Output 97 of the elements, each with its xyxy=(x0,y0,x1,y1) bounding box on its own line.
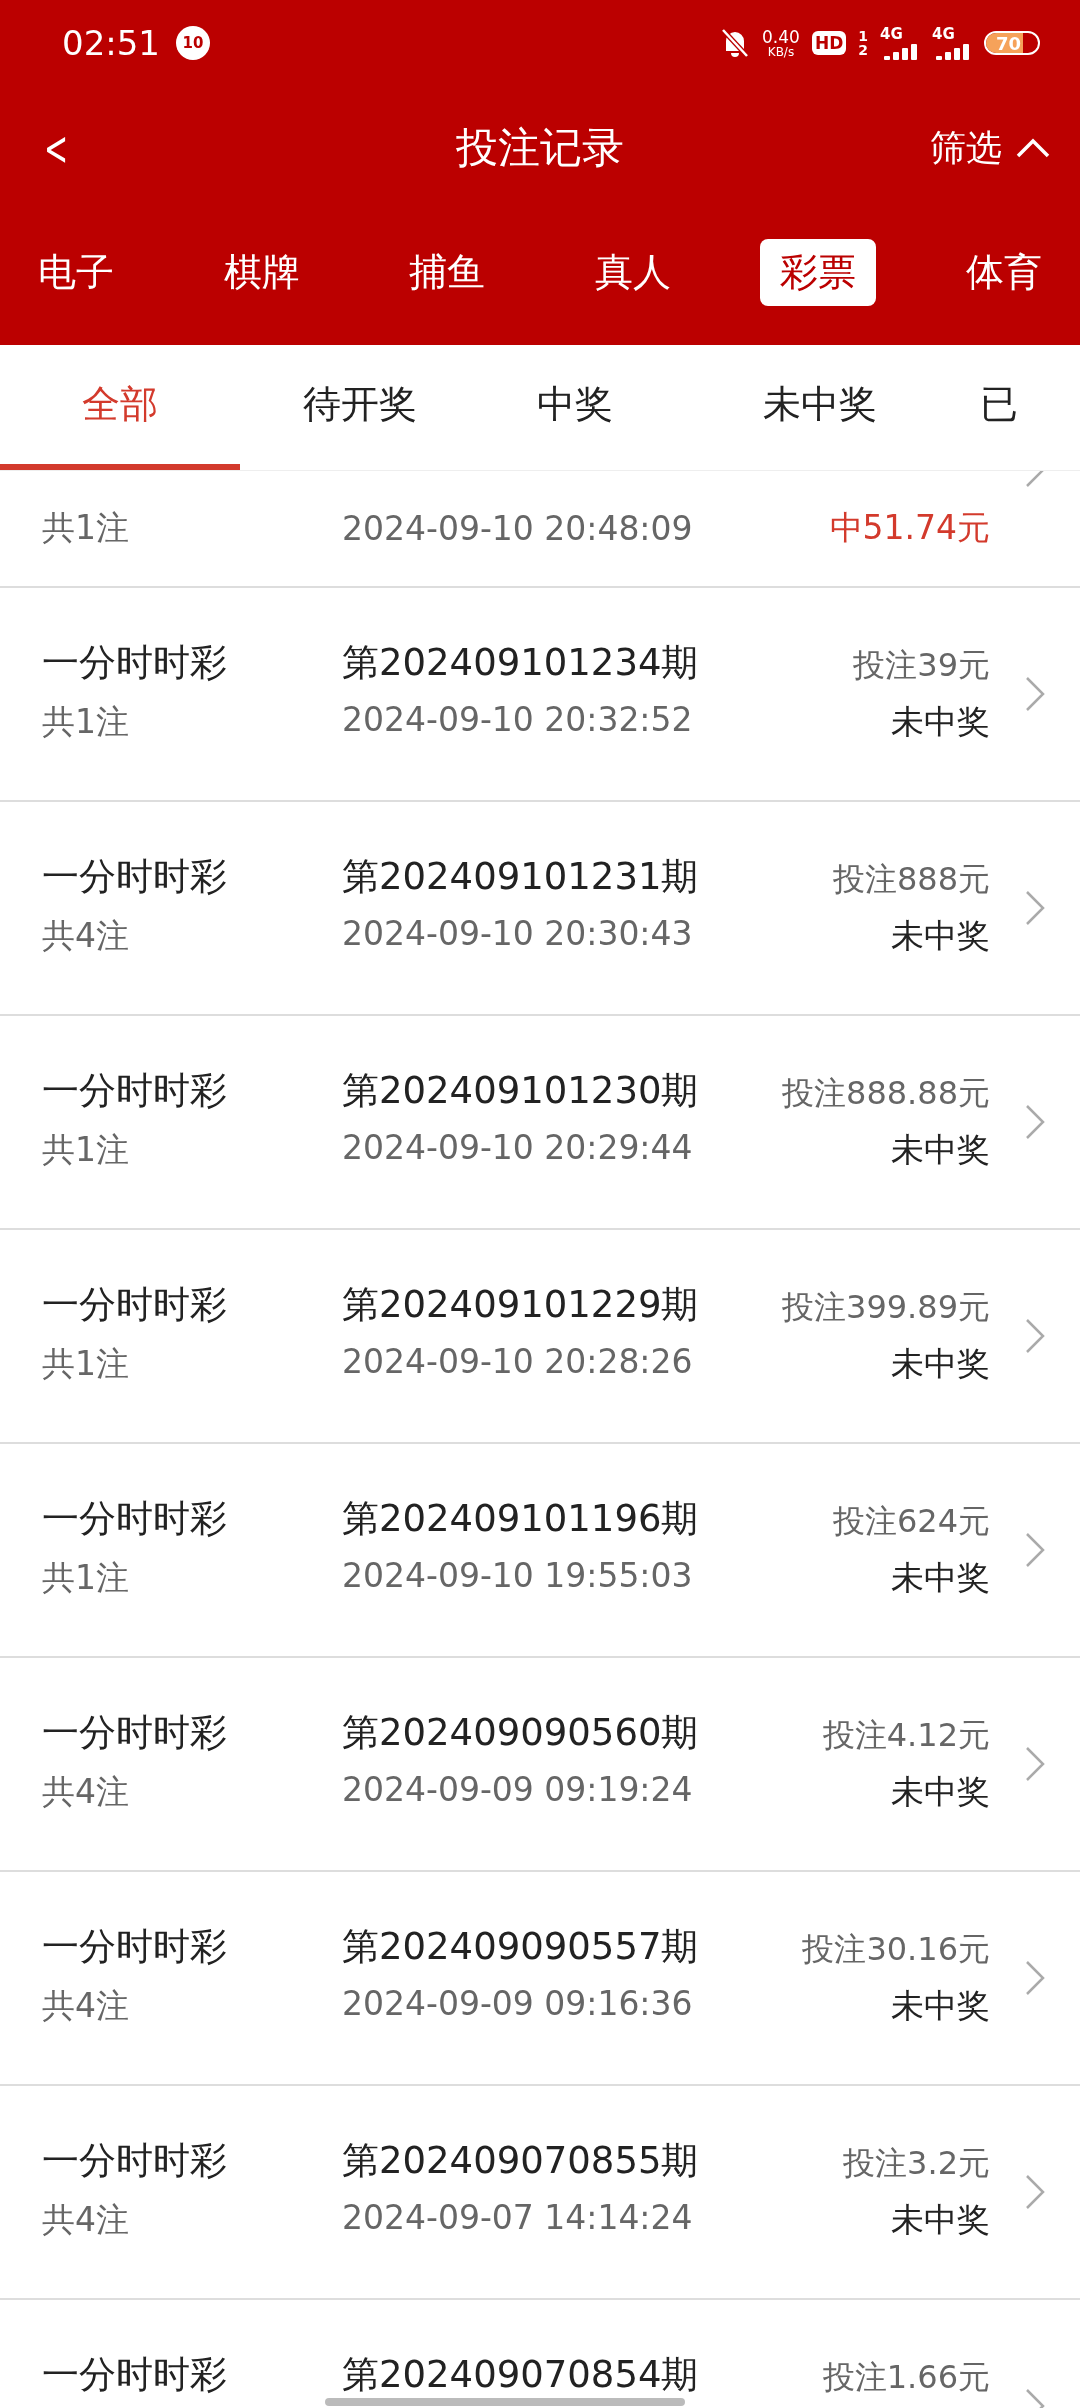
chevron-icon[interactable] xyxy=(1024,889,1046,927)
bet-result: 未中奖 xyxy=(890,2199,990,2241)
bet-time: 2024-09-10 19:55:03 xyxy=(342,1555,694,1595)
bet-count: 共1注 xyxy=(42,507,130,549)
category-tab[interactable]: 捕鱼 xyxy=(389,239,506,306)
category-tab[interactable]: 真人 xyxy=(574,239,691,306)
category-tab[interactable]: 体育 xyxy=(945,239,1062,306)
clock: 02:51 xyxy=(62,23,160,63)
bet-amount: 投注3.2元 xyxy=(843,2143,990,2184)
bet-count: 共4注 xyxy=(42,1985,130,2027)
bet-time: 2024-09-10 20:28:26 xyxy=(342,1341,694,1381)
issue-number: 第202409090560期 xyxy=(342,1713,700,1754)
lottery-name: 一分时时彩 xyxy=(42,643,228,684)
bet-result: 中51.74元 xyxy=(829,507,990,549)
bet-count: 共1注 xyxy=(42,1343,130,1385)
issue-number: 第202409090557期 xyxy=(342,1927,700,1968)
back-button[interactable]: < xyxy=(44,120,69,176)
network-speed: 0.40 xyxy=(762,28,800,46)
category-tab[interactable]: 棋牌 xyxy=(203,239,320,306)
bet-count: 共1注 xyxy=(42,701,130,743)
bet-record-row[interactable]: 一分时时彩 第202409090560期 投注4.12元 共4注 2024-09-09 09:19:24 未中奖 xyxy=(0,1658,1080,1872)
bet-amount: 投注624元 xyxy=(832,1501,990,1542)
bet-result: 未中奖 xyxy=(890,915,990,957)
bet-count: 共4注 xyxy=(42,1771,130,1813)
lottery-name: 一分时时彩 xyxy=(42,1713,228,1754)
filter-tab[interactable]: 中奖 xyxy=(480,345,670,470)
lottery-name: 一分时时彩 xyxy=(42,2355,228,2396)
chevron-icon[interactable] xyxy=(1024,1959,1046,1997)
bet-amount: 投注4.12元 xyxy=(822,1715,990,1756)
issue-number: 第202409101231期 xyxy=(342,857,700,898)
bet-record-row[interactable]: 一分时时彩 第202409090557期 投注30.16元 共4注 2024-09-09 09:16:36 未中奖 xyxy=(0,1872,1080,2086)
bet-record-row[interactable]: 一分时时彩 第202409101234期 投注39元 共1注 2024-09-10 20:32:52 未中奖 xyxy=(0,588,1080,802)
issue-number: 第202409070854期 xyxy=(342,2355,700,2396)
lottery-name: 一分时时彩 xyxy=(42,1499,228,1540)
lottery-name: 一分时时彩 xyxy=(42,857,228,898)
bet-amount: 投注399.89元 xyxy=(782,1287,990,1328)
bell-muted-icon xyxy=(720,27,751,59)
bet-count: 共4注 xyxy=(42,915,130,957)
bet-record-row[interactable]: 一分时时彩 第202409101229期 投注399.89元 共1注 2024-09-10 20:28:26 未中奖 xyxy=(0,1230,1080,1444)
chevron-icon[interactable] xyxy=(1024,1103,1046,1141)
chevron-icon[interactable] xyxy=(1024,675,1046,713)
sim-number: 1 xyxy=(858,29,868,43)
bet-amount: 投注888元 xyxy=(832,859,990,900)
bet-record-row[interactable]: 一分时时彩 第202409101196期 投注624元 共1注 2024-09-10 19:55:03 未中奖 xyxy=(0,1444,1080,1658)
bet-count: 共1注 xyxy=(42,1129,130,1171)
filter-tab[interactable]: 全部 xyxy=(0,345,240,470)
page-title: 投注记录 xyxy=(456,122,624,174)
filter-button[interactable]: 筛选 xyxy=(930,123,1050,173)
bet-amount: 投注39元 xyxy=(853,645,990,686)
bet-record-row[interactable]: 一分时时彩 第202409070855期 投注3.2元 共4注 2024-09-07 14:14:24 未中奖 xyxy=(0,2086,1080,2300)
bet-time: 2024-09-10 20:29:44 xyxy=(342,1127,694,1167)
bet-record-row[interactable]: 一分时时彩 第202409101230期 投注888.88元 共1注 2024-09-10 20:29:44 未中奖 xyxy=(0,1016,1080,1230)
bet-record-row[interactable]: 共1注 2024-09-10 20:48:09 中51.74元 xyxy=(0,471,1080,588)
issue-number: 第202409101230期 xyxy=(342,1071,700,1112)
category-tab[interactable]: 电子 xyxy=(18,239,134,306)
network-type: 4G xyxy=(880,26,904,42)
bet-count: 共4注 xyxy=(42,2199,130,2241)
bet-amount: 投注888.88元 xyxy=(782,1073,990,1114)
bet-result: 未中奖 xyxy=(890,701,990,743)
chevron-icon[interactable] xyxy=(1024,2173,1046,2211)
filter-tab[interactable]: 未中奖 xyxy=(670,345,970,470)
filter-tab[interactable]: 已 xyxy=(970,345,1018,470)
chevron-up-icon[interactable] xyxy=(1016,138,1050,158)
bet-record-row[interactable]: 一分时时彩 第202409101231期 投注888元 共4注 2024-09-10 20:30:43 未中奖 xyxy=(0,802,1080,1016)
issue-number: 第202409101234期 xyxy=(342,643,700,684)
issue-number: 第202409101229期 xyxy=(342,1285,700,1326)
bet-time: 2024-09-10 20:30:43 xyxy=(342,913,694,953)
bet-time: 2024-09-10 20:32:52 xyxy=(342,699,694,739)
bet-count: 共1注 xyxy=(42,1557,130,1599)
bet-amount: 投注1.66元 xyxy=(822,2357,990,2398)
chevron-icon[interactable] xyxy=(1024,1317,1046,1355)
bet-time: 2024-09-10 20:48:09 xyxy=(342,509,694,548)
bet-time: 2024-09-09 09:19:24 xyxy=(342,1769,694,1809)
speed-unit: KB/s xyxy=(767,45,795,58)
chevron-icon[interactable] xyxy=(1024,1745,1046,1783)
network-type: 4G xyxy=(932,26,956,42)
bet-time: 2024-09-07 14:14:24 xyxy=(342,2197,694,2237)
bet-amount: 投注30.16元 xyxy=(802,1929,990,1970)
sim-number: 2 xyxy=(858,43,868,57)
chevron-icon[interactable] xyxy=(1024,1531,1046,1569)
bet-result: 未中奖 xyxy=(890,1985,990,2027)
filter-tab[interactable]: 待开奖 xyxy=(240,345,480,470)
bet-result: 未中奖 xyxy=(890,1771,990,1813)
issue-number: 第202409070855期 xyxy=(342,2141,700,2182)
lottery-name: 一分时时彩 xyxy=(42,1927,228,1968)
category-tab[interactable]: 彩票 xyxy=(760,239,877,306)
notification-badge: 10 xyxy=(176,26,210,60)
bet-time: 2024-09-09 09:16:36 xyxy=(342,1983,694,2023)
bet-result: 未中奖 xyxy=(890,1129,990,1171)
bet-result: 未中奖 xyxy=(890,1557,990,1599)
hd-indicator: HD xyxy=(811,31,847,55)
battery-level: 70 xyxy=(996,33,1022,53)
lottery-name: 一分时时彩 xyxy=(42,2141,228,2182)
lottery-name: 一分时时彩 xyxy=(42,1285,228,1326)
lottery-name: 一分时时彩 xyxy=(42,1071,228,1112)
bet-result: 未中奖 xyxy=(890,1343,990,1385)
issue-number: 第202409101196期 xyxy=(342,1499,700,1540)
